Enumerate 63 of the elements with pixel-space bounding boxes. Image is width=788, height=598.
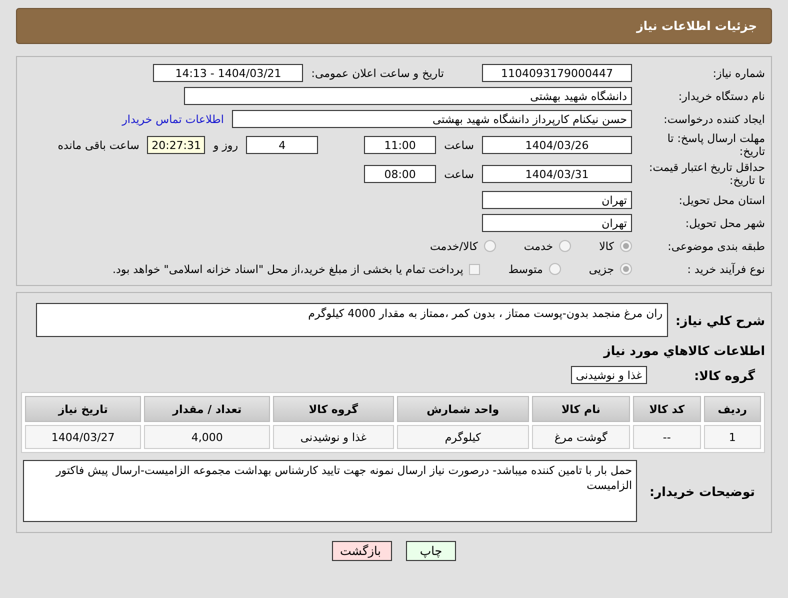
announce-date-field[interactable]: 1404/03/21 - 14:13 [153, 64, 304, 82]
radio-button[interactable] [559, 240, 572, 252]
field-label: شرح کلي نیاز: [676, 314, 765, 326]
field-label: ساعت باقی مانده [58, 138, 140, 152]
column-header: واحد شمارش [396, 396, 529, 422]
radio-button[interactable] [548, 263, 561, 275]
checkbox-label: پرداخت تمام یا بخشی از مبلغ خرید،از محل "اسناد خزانه اسلامی" خواهد بود. [112, 262, 464, 276]
column-header: ردیف [704, 396, 761, 422]
field-label: استان محل تحویل: [678, 194, 765, 206]
field-label: تاریخ و ساعت اعلان عمومی: [311, 66, 444, 80]
print-button[interactable]: چاپ [406, 541, 456, 561]
days-field[interactable]: 4 [246, 136, 318, 154]
radio-button[interactable] [620, 263, 632, 275]
province-field[interactable]: تهران [482, 191, 632, 209]
field-label: توضیحات خریدار: [648, 484, 756, 498]
field-label: گروه کالا: [693, 368, 756, 382]
goods-group-field[interactable]: غذا و نوشیدنی [570, 366, 647, 384]
field-label: طبقه بندی موضوعی: [666, 240, 765, 252]
column-header: نام کالا [532, 396, 630, 422]
radio-label: کالا [599, 240, 614, 252]
validity-date-field[interactable]: 1404/03/31 [482, 165, 632, 183]
validity-time-field[interactable]: 08:00 [364, 165, 436, 183]
section-title: اطلاعات کالاهاي مورد نیاز [604, 342, 765, 358]
field-label: ایجاد کننده درخواست: [662, 112, 765, 126]
remaining-time-field[interactable]: 20:27:31 [147, 136, 206, 154]
page-title: جزئیات اطلاعات نیاز [16, 8, 772, 44]
table-cell: 1404/03/27 [25, 425, 142, 449]
city-field[interactable]: تهران [482, 214, 632, 232]
radio-button[interactable] [484, 240, 496, 252]
radio-button[interactable] [620, 240, 632, 252]
column-header: گروه کالا [272, 396, 394, 422]
field-label: نام دستگاه خریدار: [677, 90, 765, 102]
field-label: ساعت [444, 168, 474, 180]
table-cell: 4,000 [144, 425, 270, 449]
table-cell: کیلوگرم [396, 425, 529, 449]
field-label: حداقل تاریخ اعتبار قیمت: تا تاریخ: [648, 161, 765, 187]
deadline-time-field[interactable]: 11:00 [364, 136, 436, 154]
buyer-notes-field[interactable]: حمل بار با تامین کننده میباشد- درصورت نیاز ارسال نمونه جهت تایید کارشناس بهداشت مجموعه الزامیست-ارسال پیش فاکتور الزامیست [23, 460, 637, 522]
field-label: شماره نیاز: [712, 66, 765, 80]
column-header: تاریخ نیاز [25, 396, 142, 422]
need-number-field[interactable]: 1104093179000447 [482, 64, 632, 82]
field-label: نوع فرآیند خرید : [686, 262, 765, 276]
field-label: ساعت [444, 138, 474, 152]
back-button[interactable]: بازگشت [332, 541, 392, 561]
requester-field[interactable]: حسن نیکنام کارپرداز دانشگاه شهید بهشتی [232, 110, 632, 128]
table-cell: غذا و نوشیدنی [272, 425, 394, 449]
buyer-contact-link[interactable]: اطلاعات تماس خریدار [122, 112, 224, 126]
column-header: تعداد / مقدار [144, 396, 270, 422]
checkbox[interactable] [469, 264, 480, 274]
table-cell: گوشت مرغ [532, 425, 630, 449]
deadline-date-field[interactable]: 1404/03/26 [482, 136, 632, 154]
radio-label: جزیی [588, 262, 614, 276]
table-cell: 1 [704, 425, 761, 449]
buyer-org-field[interactable]: دانشگاه شهید بهشتی [184, 87, 632, 105]
field-label: مهلت ارسال پاسخ: تا تاریخ: [666, 132, 765, 158]
field-label: شهر محل تحویل: [684, 216, 765, 230]
radio-label: متوسط [508, 262, 543, 276]
description-field[interactable]: ران مرغ منجمد بدون-پوست ممتاز ، بدون کمر ،ممتاز به مقدار 4000 کیلوگرم [36, 303, 668, 337]
table-cell: -- [633, 425, 701, 449]
radio-label: خدمت [524, 240, 554, 252]
column-header: کد کالا [633, 396, 701, 422]
field-label: روز و [213, 138, 238, 152]
radio-label: کالا/خدمت [430, 240, 478, 252]
